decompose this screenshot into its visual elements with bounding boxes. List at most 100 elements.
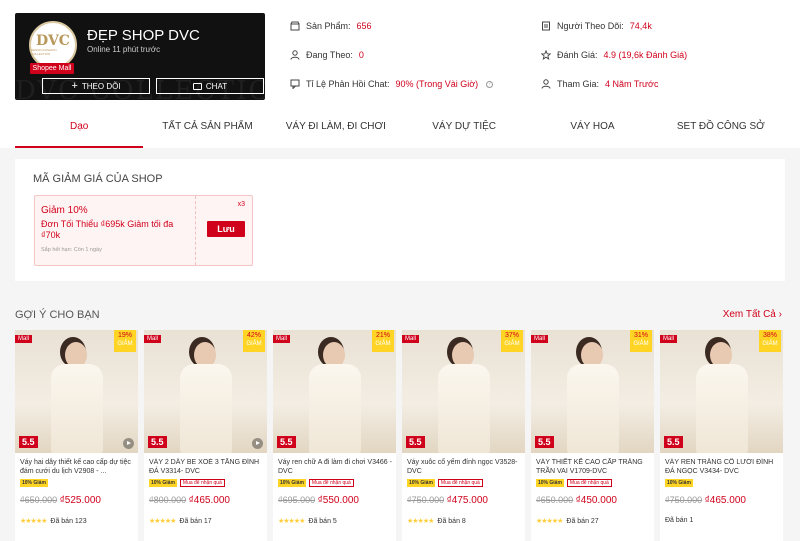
product-prices: ₫750.000 ₫475.000 [407, 495, 488, 506]
stat-rating: Đánh Giá: 4.9 (19,6k Đánh Giá) [540, 49, 687, 61]
discount-value: 37% [504, 332, 519, 339]
voucher-expiry: Sắp hết hạn: Còn 1 ngày [41, 247, 102, 253]
discount-tag: 10% Giảm [149, 479, 177, 487]
discount-value: 19% [117, 332, 132, 339]
stat-chat-label: Tỉ Lệ Phản Hồi Chat: [306, 79, 390, 89]
model-dress-shape [696, 364, 748, 453]
shop-voucher-section: MÃ GIẢM GIÁ CỦA SHOP Giảm 10% Đơn Tối Th… [15, 159, 785, 281]
sold-count: Đã bán 27 [566, 517, 599, 525]
discount-badge: 31% GIẢM [630, 330, 652, 352]
see-all-link[interactable]: Xem Tất Cả › [723, 309, 782, 320]
mall-tag: Mall [531, 335, 549, 343]
rating-stars: ★★★★★ [149, 518, 176, 525]
chat-button[interactable]: CHAT [156, 78, 264, 94]
sale-5-5-badge: 5.5 [406, 436, 425, 448]
gift-tag: Mua để nhận quà [566, 479, 612, 487]
stat-joined-label: Tham Gia: [557, 79, 600, 89]
sale-price: ₫550.000 [317, 495, 359, 506]
discount-value: 42% [246, 332, 261, 339]
follow-button[interactable]: + THEO DÕI [42, 78, 150, 94]
sold-info: Đã bán 1 [665, 517, 693, 524]
shop-avatar[interactable]: DVC DESIGN FASHION COLLECTION [29, 21, 77, 69]
stat-followers-value: 74,4k [629, 21, 652, 31]
sold-info: ★★★★★ Đã bán 17 [149, 517, 212, 526]
discount-tag: 10% Giảm [20, 479, 48, 487]
sold-info: ★★★★★ Đã bán 123 [20, 517, 87, 526]
product-tags: 10% Giảm Mua để nhận quà [149, 479, 225, 487]
product-card[interactable]: Mall 31% GIẢM 5.5 VÁY THIẾT KẾ CAO CẤP TR… [531, 330, 654, 541]
product-card[interactable]: Mall 42% GIẢM 5.5 VÁY 2 DÂY BE XOÈ 3 TẦNG… [144, 330, 267, 541]
product-name: Váy xuôc cổ yếm đính ngọc V3528- DVC [407, 459, 518, 475]
save-voucher-button[interactable]: Lưu [207, 221, 245, 237]
mall-tag: Mall [273, 335, 291, 343]
see-all-label: Xem Tất Cả [722, 309, 776, 320]
original-price: ₫650.000 [20, 495, 58, 505]
voucher-title: Giảm 10% [41, 205, 88, 216]
original-price: ₫695.000 [278, 495, 316, 505]
model-dress-shape [309, 364, 361, 453]
tab-all-products[interactable]: TẤT CẢ SẢN PHẨM [143, 112, 271, 148]
tab-office-sets[interactable]: SET ĐỒ CÔNG SỞ [657, 112, 785, 148]
original-price: ₫750.000 [407, 495, 445, 505]
discount-value: 31% [633, 332, 648, 339]
discount-badge: 19% GIẢM [114, 330, 136, 352]
store-icon [290, 21, 300, 31]
sold-count: Đã bán 8 [437, 517, 466, 525]
product-tags: 10% Giảm [665, 479, 693, 487]
product-list: Mall 19% GIẢM 5.5 Váy hai dây thiết kế ca… [15, 330, 785, 541]
model-dress-shape [438, 364, 490, 453]
product-tags: 10% Giảm Mua để nhận quà [407, 479, 483, 487]
stat-followers-label: Người Theo Dõi: [557, 21, 624, 31]
product-name: Váy ren chữ A đi làm đi chơi V3466 - DVC [278, 459, 392, 475]
model-dress-shape [180, 364, 232, 453]
discount-badge: 38% GIẢM [759, 330, 781, 352]
product-card[interactable]: Mall 38% GIẢM 5.5 VÁY REN TRẮNG CỔ LƯỚI Đ… [660, 330, 783, 541]
stat-chat-value: 90% (Trong Vài Giờ) [395, 79, 479, 89]
plus-icon: + [71, 80, 78, 92]
tab-party-dresses[interactable]: VÁY DỰ TIỆC [400, 112, 528, 148]
mall-tag: Mall [15, 335, 33, 343]
sale-5-5-badge: 5.5 [277, 436, 296, 448]
tab-floral-dresses[interactable]: VÁY HOA [528, 112, 656, 148]
discount-value: 38% [762, 332, 777, 339]
user-check-icon [541, 79, 551, 89]
discount-value: 21% [375, 332, 390, 339]
gift-tag: Mua để nhận quà [308, 479, 354, 487]
shop-name: ĐẸP SHOP DVC [87, 27, 200, 44]
sold-count: Đã bán 17 [179, 517, 212, 525]
sale-price: ₫475.000 [446, 495, 488, 506]
product-prices: ₫800.000 ₫465.000 [149, 495, 230, 506]
help-icon[interactable]: ? [486, 80, 494, 88]
stat-following: Đang Theo: 0 [290, 50, 364, 60]
voucher-info: Giảm 10% Đơn Tối Thiểu ₫695k Giảm tối đa… [41, 205, 191, 253]
discount-tag: 10% Giảm [278, 479, 306, 487]
rating-stars: ★★★★★ [20, 518, 47, 525]
sale-5-5-badge: 5.5 [535, 436, 554, 448]
tab-work-dresses[interactable]: VÁY ĐI LÀM, ĐI CHƠI [272, 112, 400, 148]
chat-bubble-icon [290, 79, 300, 90]
mall-tag: Mall [402, 335, 420, 343]
sold-count: Đã bán 123 [50, 517, 87, 525]
mall-tag: Mall [660, 335, 678, 343]
product-tags: 10% Giảm Mua để nhận quà [536, 479, 612, 487]
tab-dao[interactable]: Dạo [15, 112, 144, 148]
product-card[interactable]: Mall 21% GIẢM 5.5 Váy ren chữ A đi làm đi… [273, 330, 396, 541]
sale-5-5-badge: 5.5 [19, 436, 38, 448]
product-name: VÁY 2 DÂY BE XOÈ 3 TẦNG ĐÍNH ĐÁ V3314- D… [149, 459, 260, 475]
play-video-icon[interactable] [123, 438, 134, 449]
sale-price: ₫465.000 [188, 495, 230, 506]
voucher-quantity: x3 [237, 201, 245, 208]
user-icon [290, 50, 300, 60]
product-card[interactable]: Mall 37% GIẢM 5.5 Váy xuôc cổ yếm đính ng… [402, 330, 525, 541]
product-card[interactable]: Mall 19% GIẢM 5.5 Váy hai dây thiết kế ca… [15, 330, 138, 541]
stat-products: Sản Phẩm: 656 [290, 21, 372, 31]
play-video-icon[interactable] [252, 438, 263, 449]
product-prices: ₫650.000 ₫450.000 [536, 495, 617, 506]
product-name: VÁY THIẾT KẾ CAO CẤP TRẮNG TRẦN VAI V170… [536, 459, 643, 475]
sold-count: Đã bán 1 [665, 517, 694, 524]
voucher-desc: Đơn Tối Thiểu ₫695k Giảm tối đa ₫70k [41, 219, 174, 240]
discount-tag: 10% Giảm [536, 479, 564, 487]
discount-tag: 10% Giảm [665, 479, 693, 487]
voucher-divider [195, 196, 196, 265]
model-dress-shape [567, 364, 619, 453]
